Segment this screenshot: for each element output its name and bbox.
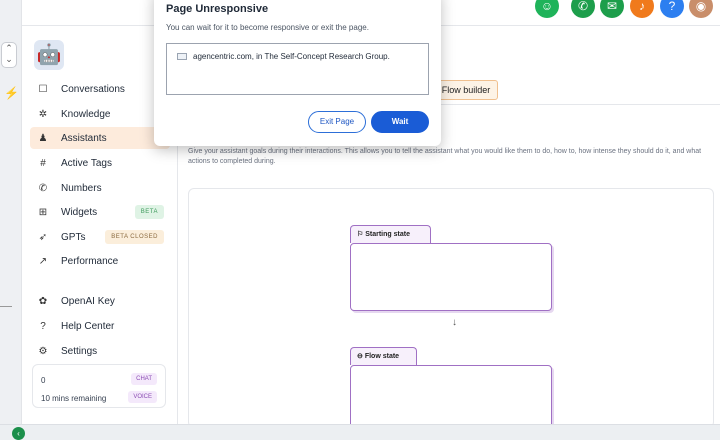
flow-canvas[interactable]: ⚐ Starting state ↓ ⊖ Flow state [188,188,714,435]
usage-card: 0 CHAT 10 mins remaining VOICE [32,364,166,408]
sidebar-item-widgets[interactable]: ⊞ Widgets BETA [30,201,170,223]
sidebar-item-label: OpenAI Key [61,295,115,307]
starting-state-tab[interactable]: ⚐ Starting state [350,225,431,243]
sidebar-item-label: Help Center [61,320,115,332]
page-unresponsive-dialog: Page Unresponsive You can wait for it to… [154,0,441,146]
phone-icon[interactable]: ✆ [571,0,595,18]
usage-remaining: 10 mins remaining [41,394,107,403]
sidebar-item-label: Assistants [61,132,107,144]
chevron-left-icon[interactable]: ‹ [12,427,25,440]
bolt-icon[interactable]: ⚡ [4,86,19,100]
sidebar-item-settings[interactable]: ⚙ Settings [30,340,170,362]
state-label: Starting state [365,231,410,238]
beta-closed-badge: BETA CLOSED [105,230,164,244]
state-label: Flow state [364,353,400,360]
bot-icon[interactable]: ☺ [535,0,559,18]
sidebar-item-label: GPTs [61,231,86,243]
stepper-control[interactable]: ⌃ ⌄ [1,42,17,68]
link-icon: ⊖ [357,353,363,360]
sidebar-item-performance[interactable]: ↗ Performance [30,250,170,272]
wait-button[interactable]: Wait [371,111,429,133]
chat-tag: CHAT [131,373,157,385]
chat-icon: ☐ [38,83,48,95]
sidebar-item-openai-key[interactable]: ✿ OpenAI Key [30,290,170,312]
exit-page-button[interactable]: Exit Page [308,111,366,133]
help-icon[interactable]: ? [660,0,684,18]
sidebar-item-assistants[interactable]: ♟ Assistants [30,127,170,149]
divider [0,306,12,307]
openai-icon: ✿ [38,295,48,307]
starting-state-node[interactable] [350,243,552,311]
gear-icon: ⚙ [38,345,48,357]
sidebar-item-help-center[interactable]: ? Help Center [30,315,170,337]
unresponsive-page-list: agencentric.com, in The Self-Concept Res… [166,43,429,95]
sidebar-item-label: Active Tags [61,157,112,169]
flow-state-tab[interactable]: ⊖ Flow state [350,347,417,365]
sidebar-item-label: Conversations [61,83,125,95]
unresponsive-page-entry: agencentric.com, in The Self-Concept Res… [193,52,390,61]
question-icon: ? [40,320,46,332]
sidebar-item-active-tags[interactable]: # Active Tags [30,152,170,174]
user-plus-icon: ♟ [38,132,48,144]
megaphone-icon[interactable]: ✉ [600,0,624,18]
sidebar-item-label: Widgets [61,206,98,218]
sidebar-item-label: Numbers [61,182,102,194]
voice-tag: VOICE [128,391,157,403]
usage-count: 0 [41,376,46,385]
dialog-title: Page Unresponsive [166,3,269,15]
dialog-message: You can wait for it to become responsive… [166,23,369,32]
page-icon [177,53,187,60]
phone-icon: ✆ [38,182,48,194]
grid-icon: ⊞ [38,206,48,218]
hash-icon: # [40,157,46,169]
sidebar-item-knowledge[interactable]: ✲ Knowledge [30,103,170,125]
sidebar-item-numbers[interactable]: ✆ Numbers [30,177,170,199]
sidebar-item-gpts[interactable]: ➶ GPTs BETA CLOSED [30,226,170,248]
browser-side-strip: ⌃ ⌄ ⚡ [0,0,22,424]
avatar[interactable]: ◉ [689,0,713,18]
rocket-icon: ➶ [38,231,48,243]
arrow-down-icon: ↓ [452,317,457,328]
beta-badge: BETA [134,205,164,219]
network-icon: ✲ [38,108,48,120]
robot-logo-icon[interactable]: 🤖 [34,40,64,70]
sidebar-item-label: Performance [61,255,119,267]
bell-icon[interactable]: ♪ [630,0,654,18]
sidebar-item-conversations[interactable]: ☐ Conversations [30,78,170,100]
trend-icon: ↗ [38,255,48,267]
app-window: ⌃ ⌄ ⚡ ☺ ✆ ✉ ♪ ? ◉ 🤖 ☐ Conversations ✲ Kno… [0,0,720,440]
tab-flow-builder[interactable]: Flow builder [434,80,498,100]
flag-icon: ⚐ [357,231,364,238]
flow-description: Give your assistant goals during their i… [188,148,702,165]
bottom-bar: ‹ [0,424,720,440]
sidebar-item-label: Knowledge [61,108,111,120]
sidebar-item-label: Settings [61,345,98,357]
